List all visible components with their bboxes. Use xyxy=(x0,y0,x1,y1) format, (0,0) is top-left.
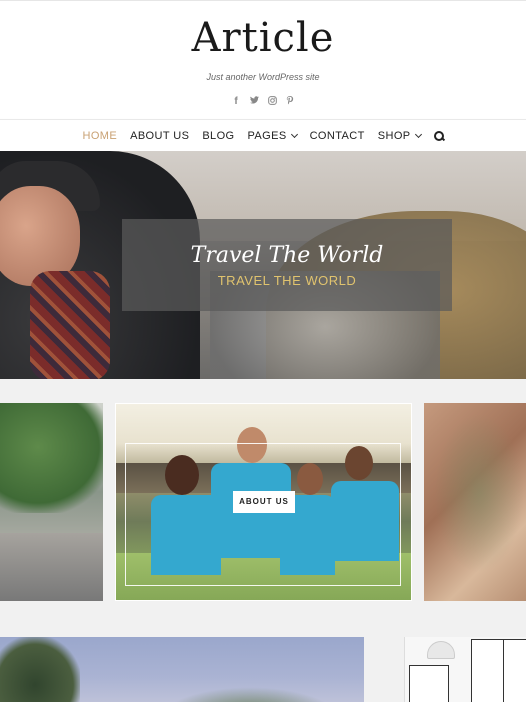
card-image-tree xyxy=(0,403,103,513)
search-icon[interactable] xyxy=(433,130,444,141)
main-navigation: HOME ABOUT US BLOG PAGES CONTACT SHOP xyxy=(0,119,526,151)
card-image-street xyxy=(0,533,103,601)
site-header: Article Just another WordPress site f xyxy=(0,0,526,119)
site-tagline: Just another WordPress site xyxy=(206,72,320,82)
shelf-image xyxy=(409,665,449,702)
social-links: f xyxy=(0,96,526,108)
hero-title[interactable]: Travel The World xyxy=(122,243,452,268)
about-us-button[interactable]: ABOUT US xyxy=(233,491,295,513)
nav-item-pages[interactable]: PAGES xyxy=(247,129,298,142)
nav-item-home[interactable]: HOME xyxy=(82,130,117,142)
nav-item-pages-label: PAGES xyxy=(247,129,287,142)
card-image-blur xyxy=(434,413,524,573)
facebook-icon[interactable]: f xyxy=(232,96,241,108)
hero-caption-box: Travel The World TRAVEL THE WORLD xyxy=(122,219,452,311)
hero-slider[interactable]: Travel The World TRAVEL THE WORLD xyxy=(0,151,526,379)
chevron-down-icon xyxy=(414,130,422,138)
nav-item-shop-label: SHOP xyxy=(377,129,411,142)
hero-subtitle: TRAVEL THE WORLD xyxy=(217,273,357,288)
site-title[interactable]: Article xyxy=(0,15,526,61)
twitter-icon[interactable] xyxy=(249,96,259,108)
thumbnail-tree xyxy=(0,637,80,702)
chevron-down-icon xyxy=(290,130,298,138)
post-thumbnail-interior[interactable] xyxy=(404,637,526,702)
nav-item-contact[interactable]: CONTACT xyxy=(310,130,365,142)
post-thumbnail-landscape[interactable] xyxy=(0,637,364,702)
instagram-icon[interactable] xyxy=(267,96,277,108)
pinterest-icon[interactable] xyxy=(286,96,295,108)
lamp-image xyxy=(427,641,455,659)
shelf-image xyxy=(503,639,526,702)
thumbnail-foliage xyxy=(160,687,340,702)
card-frame-border xyxy=(125,443,401,586)
nav-item-blog[interactable]: BLOG xyxy=(202,130,234,142)
nav-item-about-us[interactable]: ABOUT US xyxy=(130,130,189,142)
hero-person-scarf xyxy=(30,271,110,379)
promo-card-right[interactable] xyxy=(424,403,526,601)
promo-card-about-us[interactable]: ABOUT US xyxy=(115,403,412,601)
promo-card-left[interactable] xyxy=(0,403,103,601)
nav-item-shop[interactable]: SHOP xyxy=(377,129,422,142)
